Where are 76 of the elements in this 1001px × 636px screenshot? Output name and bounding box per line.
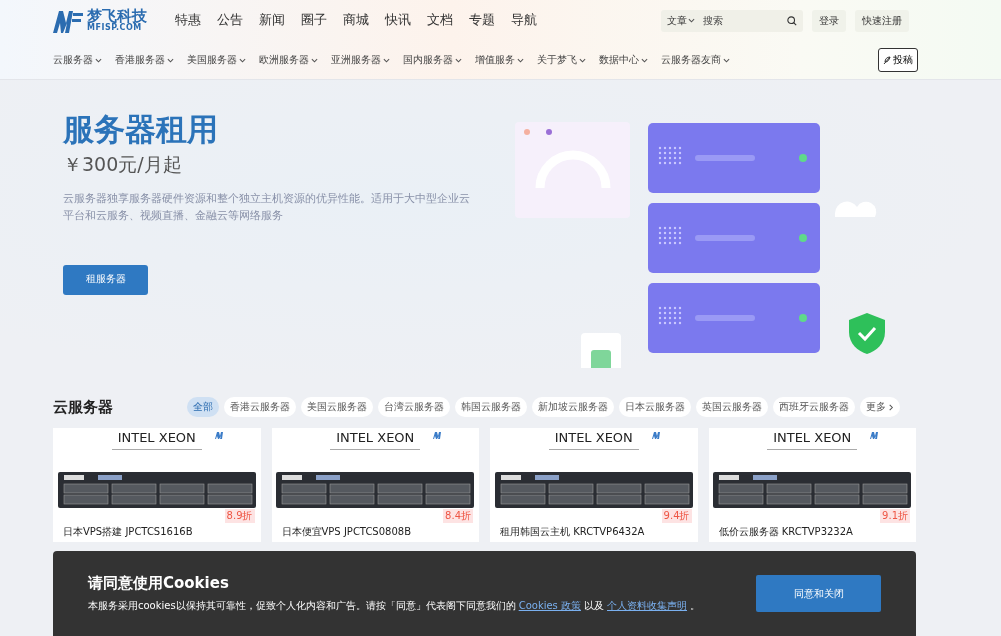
nav-dropdown[interactable]: 增值服务 bbox=[475, 53, 524, 68]
logo-name: 梦飞科技 bbox=[87, 9, 147, 25]
filter-tab[interactable]: 全部 bbox=[187, 397, 219, 417]
filter-tab[interactable]: 美国云服务器 bbox=[301, 397, 373, 417]
more-button[interactable]: 更多 bbox=[860, 397, 900, 417]
product-card[interactable]: INTEL XEON 9.4折 租用韩国云主机 KRCTVP6432A bbox=[490, 428, 698, 542]
filter-tab[interactable]: 日本云服务器 bbox=[619, 397, 691, 417]
hero-description: 云服务器独享服务器硬件资源和整个独立主机资源的优异性能。适用于大中型企业云平台和云服务、视频直播、金融云等网络服务 bbox=[63, 190, 471, 225]
nav-dropdown[interactable]: 香港服务器 bbox=[115, 53, 174, 68]
nav-dropdown[interactable]: 云服务器 bbox=[53, 53, 102, 68]
chevron-down-icon bbox=[579, 56, 586, 64]
nav-link[interactable]: 公告 bbox=[217, 12, 243, 30]
discount-badge: 8.4折 bbox=[443, 509, 473, 523]
nav-dropdown[interactable]: 欧洲服务器 bbox=[259, 53, 318, 68]
hero-price: ￥300元/月起 bbox=[63, 151, 182, 177]
privacy-statement-link[interactable]: 个人资料收集声明 bbox=[607, 600, 687, 611]
register-button[interactable]: 快速注册 bbox=[855, 9, 909, 32]
rent-server-button[interactable]: 租服务器 bbox=[63, 264, 148, 295]
nav-dropdown[interactable]: 亚洲服务器 bbox=[331, 53, 390, 68]
nav-link[interactable]: 文档 bbox=[427, 12, 453, 30]
chevron-down-icon bbox=[311, 56, 318, 64]
hero-title: 服务器租用 bbox=[63, 112, 218, 148]
product-card[interactable]: INTEL XEON 8.9折 日本VPS搭建 JPCTCS1616B bbox=[53, 428, 261, 542]
post-button[interactable]: 投稿 bbox=[878, 48, 918, 73]
logo-domain: MFISP.COM bbox=[87, 24, 142, 33]
accept-close-button[interactable]: 同意和关闭 bbox=[756, 575, 881, 612]
filter-tab[interactable]: 新加坡云服务器 bbox=[532, 397, 614, 417]
search-scope-dropdown[interactable]: 文章 bbox=[667, 13, 695, 28]
product-title[interactable]: 低价云服务器 KRCTVP3232A bbox=[718, 525, 853, 539]
nav-link[interactable]: 新闻 bbox=[259, 12, 285, 30]
cookie-title: 请同意使用Cookies bbox=[88, 574, 230, 593]
discount-badge: 9.4折 bbox=[661, 509, 692, 523]
product-card[interactable]: INTEL XEON 9.1折 低价云服务器 KRCTVP3232A bbox=[708, 428, 916, 542]
nav-dropdown[interactable]: 数据中心 bbox=[599, 53, 648, 68]
chevron-down-icon bbox=[239, 56, 246, 64]
filter-tab[interactable]: 香港云服务器 bbox=[224, 397, 296, 417]
discount-badge: 9.1折 bbox=[880, 509, 910, 523]
product-card[interactable]: INTEL XEON 8.4折 日本便宜VPS JPCTCS0808B bbox=[271, 428, 479, 542]
filter-tab[interactable]: 西班牙云服务器 bbox=[773, 397, 855, 417]
section-title: 云服务器 bbox=[53, 397, 114, 417]
nav-dropdown[interactable]: 国内服务器 bbox=[403, 53, 462, 68]
chevron-down-icon bbox=[167, 56, 174, 64]
chevron-down-icon bbox=[517, 56, 524, 64]
product-title[interactable]: 日本便宜VPS JPCTCS0808B bbox=[281, 525, 412, 539]
filter-tab[interactable]: 韩国云服务器 bbox=[455, 397, 527, 417]
filter-tab[interactable]: 英国云服务器 bbox=[696, 397, 768, 417]
chevron-down-icon bbox=[455, 56, 462, 64]
card-banner-text: INTEL XEON bbox=[330, 430, 421, 450]
discount-badge: 8.9折 bbox=[224, 509, 255, 523]
nav-link[interactable]: 商城 bbox=[343, 12, 369, 30]
product-title[interactable]: 日本VPS搭建 JPCTCS1616B bbox=[63, 525, 193, 539]
chevron-down-icon bbox=[688, 17, 695, 25]
card-banner-text: INTEL XEON bbox=[111, 430, 202, 450]
nav-link[interactable]: 圈子 bbox=[301, 12, 327, 30]
nav-link[interactable]: 导航 bbox=[511, 12, 537, 30]
nav-link[interactable]: 快讯 bbox=[385, 12, 411, 30]
filter-tab[interactable]: 台湾云服务器 bbox=[378, 397, 450, 417]
login-button[interactable]: 登录 bbox=[812, 9, 846, 32]
card-banner-text: INTEL XEON bbox=[548, 430, 639, 450]
chevron-down-icon bbox=[383, 56, 390, 64]
chevron-right-icon bbox=[888, 403, 894, 411]
product-title[interactable]: 租用韩国云主机 KRCTVP6432A bbox=[500, 525, 645, 539]
nav-dropdown[interactable]: 关于梦飞 bbox=[537, 53, 586, 68]
nav-dropdown[interactable]: 美国服务器 bbox=[187, 53, 246, 68]
chevron-down-icon bbox=[95, 56, 102, 64]
chevron-down-icon bbox=[723, 56, 730, 64]
nav-link[interactable]: 特惠 bbox=[175, 12, 201, 30]
nav-dropdown[interactable]: 云服务器友商 bbox=[661, 53, 730, 68]
nav-link[interactable]: 专题 bbox=[469, 12, 495, 30]
card-banner-text: INTEL XEON bbox=[767, 430, 858, 450]
search-field[interactable]: 文章 搜索 bbox=[661, 9, 803, 32]
policy-link[interactable]: Cookies 政策 bbox=[518, 600, 581, 611]
search-icon[interactable] bbox=[787, 15, 797, 26]
cookie-notice-text: 本服务采用cookies以保持其可靠性，促致个人化内容和广告。请按「同意」代表阁下同意我们的 Cookies 政策 以及 个人资料收集声明 。 bbox=[88, 599, 701, 613]
logo-icon bbox=[53, 8, 83, 33]
chevron-down-icon bbox=[641, 56, 648, 64]
